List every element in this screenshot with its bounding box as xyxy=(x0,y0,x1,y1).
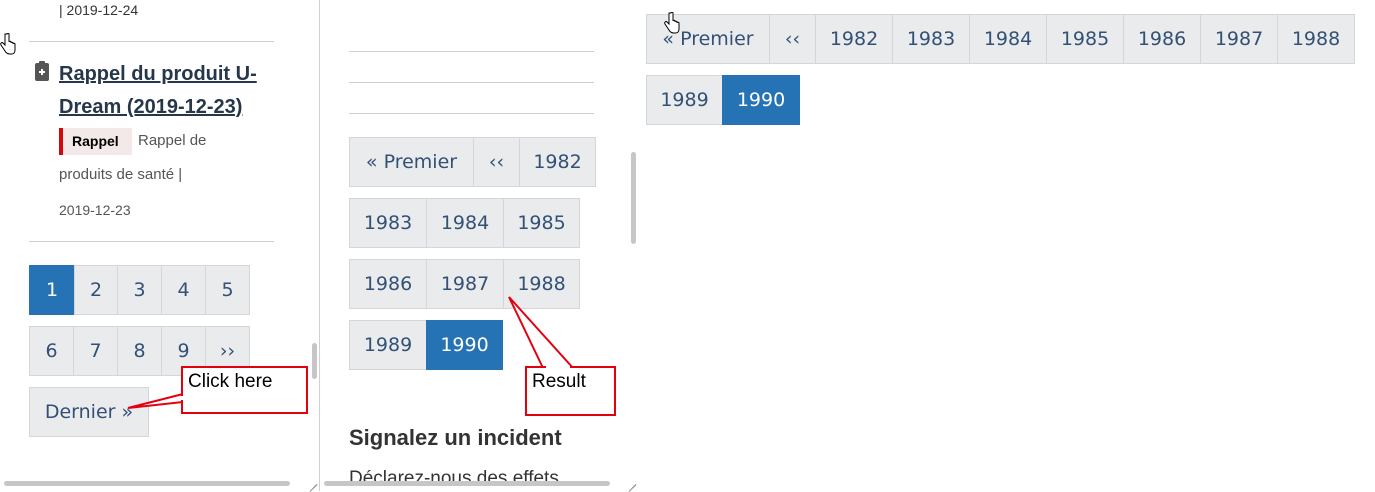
hand-cursor-icon xyxy=(0,33,16,55)
callout-joins xyxy=(180,365,570,400)
hand-cursor-icon xyxy=(664,12,680,34)
